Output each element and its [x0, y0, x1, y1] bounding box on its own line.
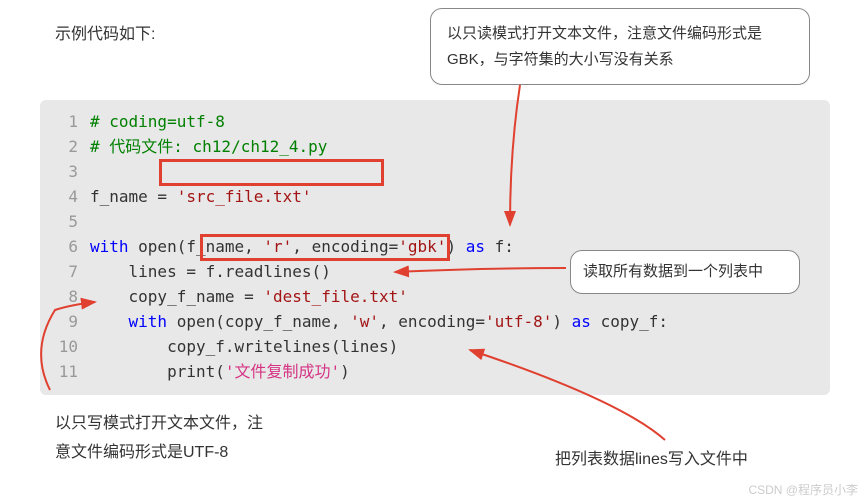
- callout-readonly-mode: 以只读模式打开文本文件，注意文件编码形式是GBK，与字符集的大小写没有关系: [430, 8, 810, 85]
- code-line: 3: [40, 160, 830, 185]
- line-number: 5: [40, 210, 90, 235]
- line-content: copy_f.writelines(lines): [90, 335, 830, 360]
- line-number: 8: [40, 285, 90, 310]
- line-content: with open(copy_f_name, 'w', encoding='ut…: [90, 310, 830, 335]
- note-write-mode-l1: 以只写模式打开文本文件，注: [55, 410, 263, 439]
- code-line: 9 with open(copy_f_name, 'w', encoding='…: [40, 310, 830, 335]
- watermark: CSDN @程序员小李: [748, 481, 858, 498]
- code-line: 11 print('文件复制成功'): [40, 360, 830, 385]
- note-write-mode: 以只写模式打开文本文件，注 意文件编码形式是UTF-8: [55, 410, 263, 468]
- code-line: 4f_name = 'src_file.txt': [40, 185, 830, 210]
- code-line: 2# 代码文件: ch12/ch12_4.py: [40, 135, 830, 160]
- code-line: 10 copy_f.writelines(lines): [40, 335, 830, 360]
- line-content: # coding=utf-8: [90, 110, 830, 135]
- line-content: # 代码文件: ch12/ch12_4.py: [90, 135, 830, 160]
- callout-read-all: 读取所有数据到一个列表中: [570, 250, 800, 294]
- note-write-lines: 把列表数据lines写入文件中: [555, 445, 748, 469]
- line-content: print('文件复制成功'): [90, 360, 830, 385]
- page-title: 示例代码如下:: [55, 20, 155, 44]
- line-number: 1: [40, 110, 90, 135]
- line-number: 6: [40, 235, 90, 260]
- code-line: 1# coding=utf-8: [40, 110, 830, 135]
- line-content: f_name = 'src_file.txt': [90, 185, 830, 210]
- line-number: 9: [40, 310, 90, 335]
- line-number: 4: [40, 185, 90, 210]
- line-number: 7: [40, 260, 90, 285]
- code-line: 5: [40, 210, 830, 235]
- line-number: 2: [40, 135, 90, 160]
- line-number: 11: [40, 360, 90, 385]
- line-number: 3: [40, 160, 90, 185]
- note-write-mode-l2: 意文件编码形式是UTF-8: [55, 439, 263, 468]
- line-number: 10: [40, 335, 90, 360]
- code-block: 1# coding=utf-82# 代码文件: ch12/ch12_4.py34…: [40, 100, 830, 395]
